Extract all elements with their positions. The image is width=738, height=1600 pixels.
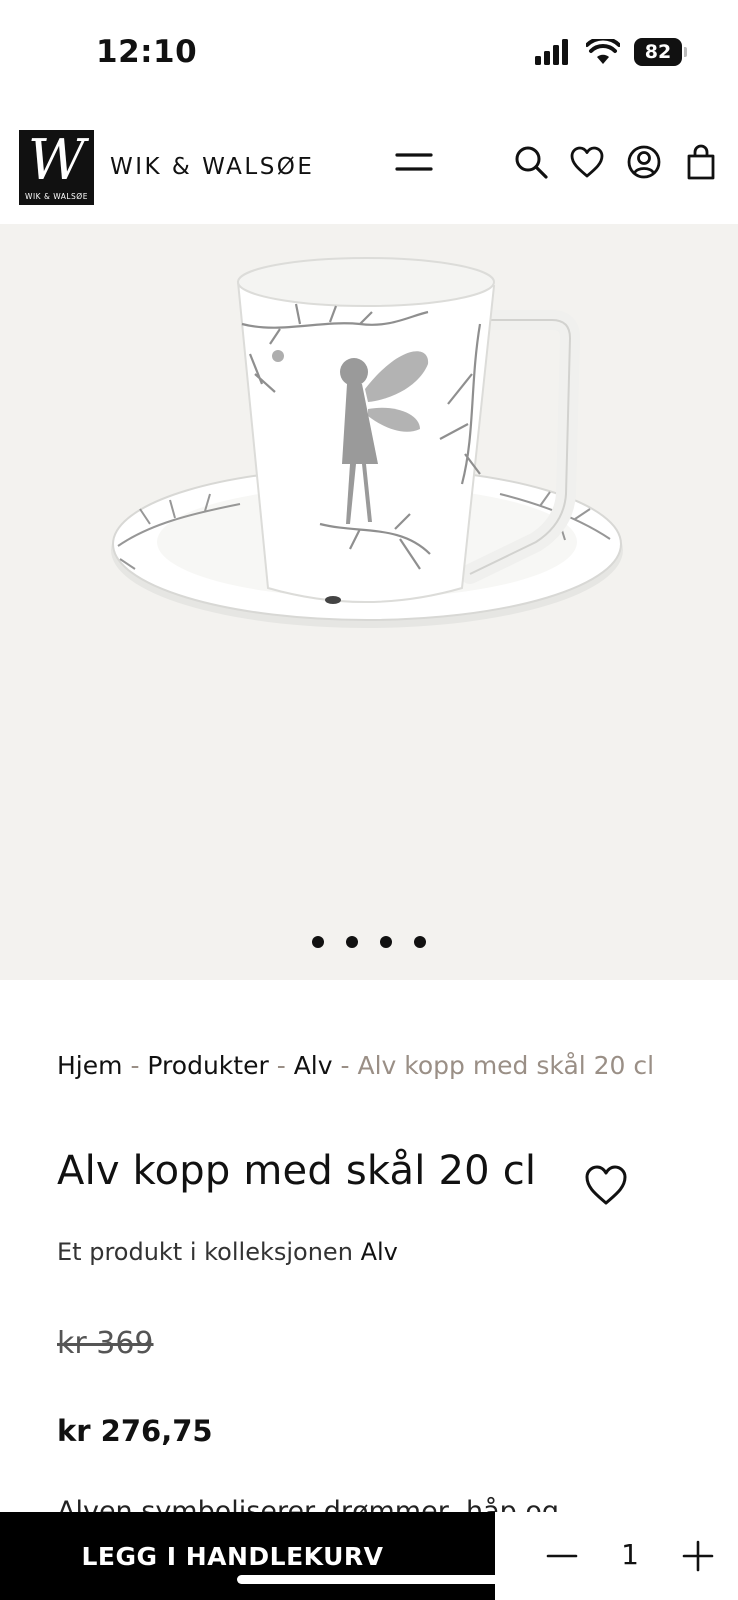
- account-icon[interactable]: [624, 142, 664, 182]
- sticky-cart-bar: LEGG I HANDLEKURV 1: [0, 1512, 738, 1600]
- status-time: 12:10: [96, 34, 198, 70]
- gallery-dot[interactable]: [380, 936, 392, 948]
- status-icons: 82: [534, 38, 687, 66]
- quantity-increase-icon[interactable]: [678, 1536, 718, 1576]
- status-bar: 12:10 82: [0, 0, 738, 110]
- battery-level: 82: [644, 41, 672, 63]
- signal-icon: [535, 39, 568, 65]
- product-description: Alven symboliserer drømmer, håp og: [57, 1496, 560, 1512]
- breadcrumb-products[interactable]: Produkter: [147, 1051, 268, 1080]
- breadcrumb-separator: -: [276, 1051, 286, 1080]
- gallery-dot[interactable]: [346, 936, 358, 948]
- quantity-decrease-icon[interactable]: [542, 1536, 582, 1576]
- brand-name[interactable]: WIK & WALSØE: [110, 154, 314, 180]
- wishlist-heart-icon[interactable]: [567, 142, 607, 182]
- menu-icon[interactable]: [394, 142, 434, 182]
- logo-small-text: WIK & WALSØE: [25, 192, 88, 201]
- breadcrumb: Hjem - Produkter - Alv - Alv kopp med sk…: [57, 1045, 697, 1086]
- breadcrumb-separator: -: [130, 1051, 140, 1080]
- breadcrumb-current: Alv kopp med skål 20 cl: [357, 1051, 655, 1080]
- search-icon[interactable]: [511, 142, 551, 182]
- product-image: [111, 257, 623, 628]
- product-title: Alv kopp med skål 20 cl: [57, 1148, 537, 1194]
- add-to-wishlist-heart-icon[interactable]: [584, 1164, 628, 1208]
- cart-icon[interactable]: [681, 142, 721, 182]
- original-price: kr 369: [57, 1326, 154, 1361]
- home-indicator: [237, 1575, 501, 1584]
- site-header: W WIK & WALSØE WIK & WALSØE: [0, 120, 738, 224]
- breadcrumb-home[interactable]: Hjem: [57, 1051, 122, 1080]
- logo-mark: W: [27, 128, 86, 193]
- breadcrumb-separator: -: [340, 1051, 350, 1080]
- collection-link[interactable]: Alv: [361, 1238, 398, 1266]
- brand-logo[interactable]: W WIK & WALSØE: [19, 130, 94, 205]
- collection-prefix: Et produkt i kolleksjonen: [57, 1238, 353, 1266]
- breadcrumb-collection[interactable]: Alv: [294, 1051, 333, 1080]
- collection-info: Et produkt i kolleksjonen Alv: [57, 1238, 398, 1266]
- gallery-dot[interactable]: [312, 936, 324, 948]
- add-to-cart-button[interactable]: LEGG I HANDLEKURV: [0, 1512, 495, 1600]
- battery-icon: 82: [634, 38, 687, 66]
- quantity-value[interactable]: 1: [600, 1538, 660, 1571]
- gallery-pagination: [0, 936, 738, 948]
- sale-price: kr 276,75: [57, 1414, 213, 1448]
- gallery-dot[interactable]: [414, 936, 426, 948]
- wifi-icon: [586, 39, 620, 64]
- product-gallery[interactable]: [0, 224, 738, 980]
